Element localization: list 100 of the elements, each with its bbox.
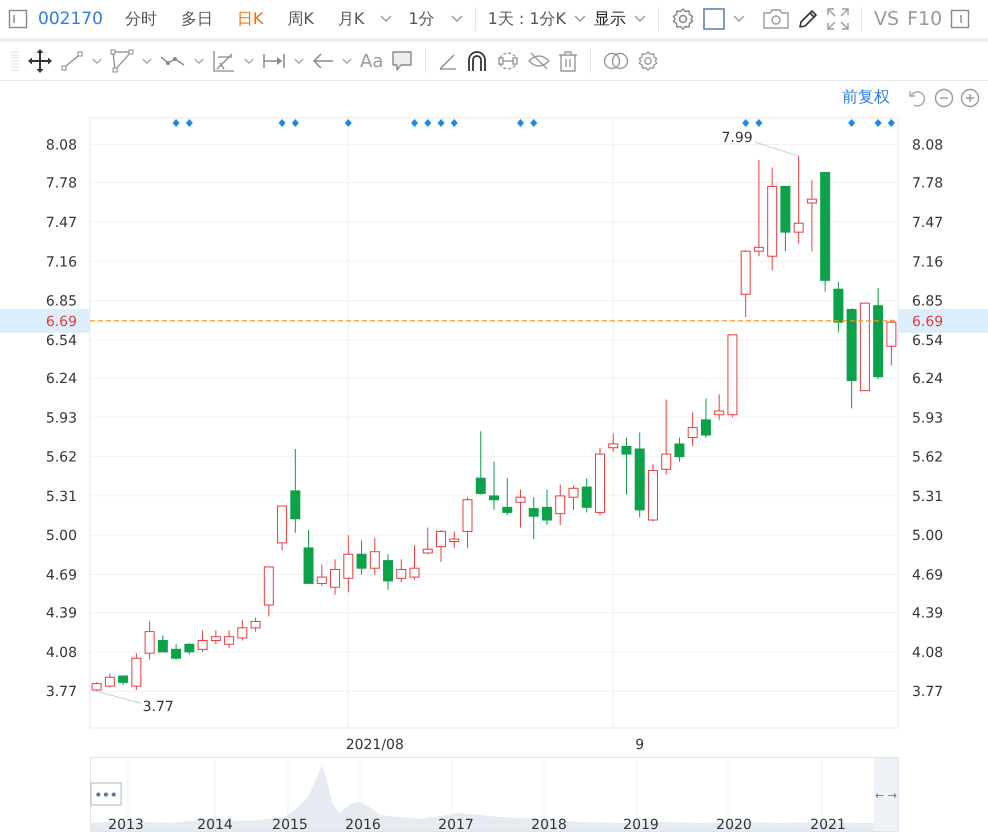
y-axis-label: 4.69 xyxy=(912,568,944,584)
caret-icon[interactable] xyxy=(733,15,746,23)
delete-icon[interactable] xyxy=(558,50,578,72)
y-axis-label: 5.31 xyxy=(46,488,77,505)
line-tool-icon[interactable] xyxy=(60,49,84,73)
overlap-icon[interactable] xyxy=(603,52,630,70)
display-dropdown[interactable]: 显示 xyxy=(594,8,626,30)
caret-icon[interactable] xyxy=(294,58,304,64)
event-marker[interactable] xyxy=(438,119,445,127)
year-label: 2018 xyxy=(531,817,567,833)
y-axis-label: 7.78 xyxy=(46,176,77,192)
range-arrows[interactable]: ← → xyxy=(875,789,897,802)
period-tab[interactable]: 多日 xyxy=(172,8,221,30)
fullscreen-icon[interactable] xyxy=(827,8,850,30)
settings-icon[interactable] xyxy=(671,7,696,31)
candlestick xyxy=(449,530,460,548)
year-label: 2015 xyxy=(272,817,308,833)
y-axis-label: 6.54 xyxy=(46,332,77,349)
caret-icon[interactable] xyxy=(244,58,254,64)
year-label: 2014 xyxy=(197,817,233,833)
event-marker[interactable] xyxy=(530,119,538,127)
y-axis-label: 5.31 xyxy=(912,488,944,505)
event-marker[interactable] xyxy=(848,119,856,127)
event-marker[interactable] xyxy=(755,119,762,127)
zoom-out-icon[interactable] xyxy=(934,88,954,108)
panel-toggle-icon[interactable] xyxy=(8,9,28,29)
y-axis-label: 4.69 xyxy=(46,568,77,584)
y-axis-label: 5.93 xyxy=(46,410,77,426)
event-marker[interactable] xyxy=(344,119,352,127)
grip-icon xyxy=(10,50,20,72)
y-axis-label: 6.24 xyxy=(46,370,77,387)
x-axis-label: 2021/08 xyxy=(346,737,404,753)
candlestick xyxy=(740,249,751,318)
candlestick xyxy=(277,506,288,551)
y-axis-label: 4.39 xyxy=(912,606,944,622)
current-price-label: 6.69 xyxy=(46,314,77,330)
caret-icon[interactable] xyxy=(634,15,646,23)
event-marker[interactable] xyxy=(292,119,299,127)
camera-icon[interactable] xyxy=(763,9,790,29)
polygon-tool-icon[interactable] xyxy=(110,49,134,73)
period-tab[interactable]: 周K xyxy=(279,8,322,30)
zoom-in-icon[interactable] xyxy=(960,88,980,108)
candlestick xyxy=(410,544,420,580)
y-axis-label: 6.54 xyxy=(912,332,944,349)
caret-icon[interactable] xyxy=(574,15,586,23)
event-marker[interactable] xyxy=(411,119,418,127)
event-marker[interactable] xyxy=(874,119,882,127)
y-axis-label: 5.00 xyxy=(912,528,944,544)
y-axis-label: 6.85 xyxy=(912,294,944,310)
candlestick xyxy=(171,644,182,660)
more-button[interactable]: ••• xyxy=(90,782,122,806)
event-marker[interactable] xyxy=(517,119,524,127)
current-price-label: 6.69 xyxy=(912,314,944,330)
event-marker[interactable] xyxy=(424,119,432,127)
caret-icon[interactable] xyxy=(194,58,204,64)
event-marker[interactable] xyxy=(186,119,193,127)
leader-line xyxy=(96,690,142,704)
y-axis-label: 5.93 xyxy=(912,410,944,426)
y-axis-label: 6.85 xyxy=(46,294,77,310)
y-axis-label: 3.77 xyxy=(912,684,944,700)
candlestick xyxy=(886,319,896,366)
link-icon[interactable] xyxy=(496,50,520,72)
event-marker[interactable] xyxy=(742,119,750,127)
y-axis-label: 4.39 xyxy=(46,606,77,622)
year-label: 2017 xyxy=(438,817,474,833)
range-dropdown[interactable]: 1天 : 1分K xyxy=(488,8,566,30)
candlestick xyxy=(184,642,194,655)
pencil-icon[interactable] xyxy=(797,8,820,30)
y-axis-label: 7.47 xyxy=(46,215,77,231)
x-axis-label: 9 xyxy=(635,737,644,753)
hide-icon[interactable] xyxy=(528,50,550,72)
move-icon[interactable] xyxy=(28,49,52,73)
y-axis-label: 5.62 xyxy=(912,450,944,466)
caret-icon[interactable] xyxy=(142,58,152,64)
caret-icon[interactable] xyxy=(450,15,463,23)
period-tab[interactable]: 1分 xyxy=(400,8,443,30)
panel-toggle-icon[interactable] xyxy=(950,9,970,29)
price-extreme-label: 3.77 xyxy=(142,699,174,716)
caret-icon[interactable] xyxy=(380,15,392,23)
adjustment-link[interactable]: 前复权 xyxy=(842,87,890,108)
y-axis-label: 8.08 xyxy=(46,138,77,154)
event-marker[interactable] xyxy=(172,119,180,127)
chart-tool-icon[interactable] xyxy=(212,49,236,73)
event-marker[interactable] xyxy=(278,119,286,127)
caret-icon[interactable] xyxy=(342,58,352,64)
period-tab[interactable]: 月K xyxy=(330,8,372,30)
y-axis-label: 5.00 xyxy=(46,528,77,544)
event-marker[interactable] xyxy=(450,119,458,127)
event-marker[interactable] xyxy=(888,119,895,127)
year-label: 2021 xyxy=(810,817,846,833)
y-axis-label: 4.08 xyxy=(912,644,944,661)
candlestick xyxy=(422,527,433,555)
square-icon[interactable] xyxy=(703,8,726,30)
period-tab[interactable]: 分时 xyxy=(116,8,165,30)
settings-icon[interactable] xyxy=(637,50,660,72)
price-extreme-label: 7.99 xyxy=(721,130,753,146)
comment-icon[interactable] xyxy=(391,50,414,72)
caret-icon[interactable] xyxy=(92,58,102,64)
magnet-icon[interactable] xyxy=(466,50,488,72)
y-axis-label: 7.47 xyxy=(912,215,944,231)
